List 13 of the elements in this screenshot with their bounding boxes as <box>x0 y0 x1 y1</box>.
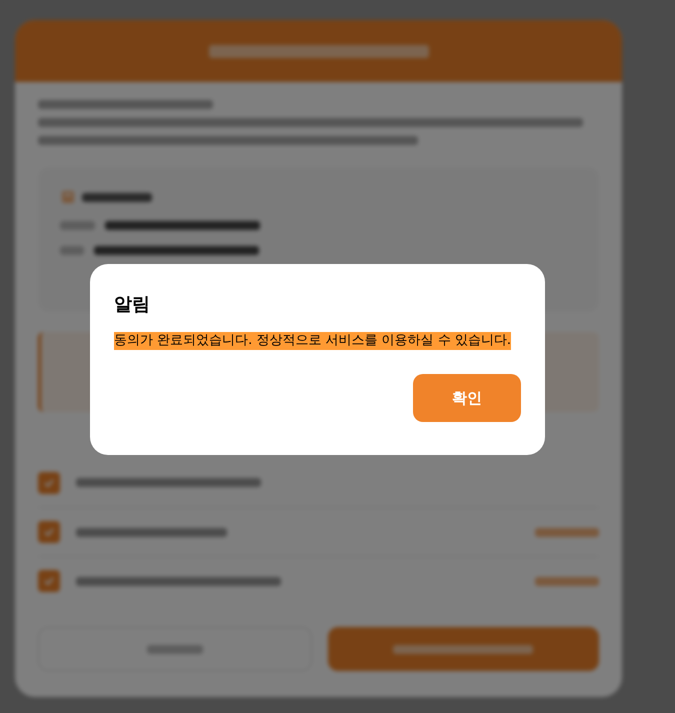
confirm-button[interactable]: 확인 <box>413 374 521 422</box>
blurred-text-line <box>535 528 599 536</box>
blurred-text-line <box>60 246 84 255</box>
agree-button[interactable] <box>328 627 599 671</box>
checkbox[interactable] <box>38 521 60 543</box>
checkbox[interactable] <box>38 472 60 494</box>
blurred-text-line <box>535 576 599 586</box>
alert-message: 동의가 완료되었습니다. 정상적으로 서비스를 이용하실 수 있습니다. <box>114 332 512 350</box>
blurred-text-line <box>82 192 152 202</box>
alert-title: 알림 <box>114 293 151 317</box>
blurred-text-line <box>60 221 95 230</box>
checkbox[interactable] <box>38 570 60 592</box>
blurred-text-line <box>146 644 203 654</box>
